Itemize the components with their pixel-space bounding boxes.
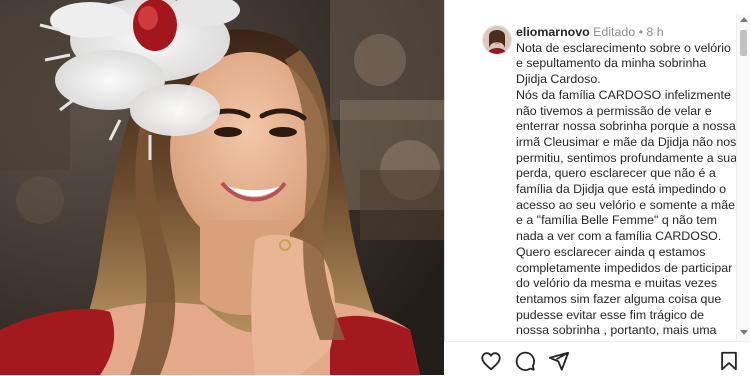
save-icon[interactable] <box>718 350 740 372</box>
avatar-image <box>483 26 511 54</box>
panel-divider <box>444 0 445 375</box>
like-icon[interactable] <box>480 350 502 372</box>
share-icon[interactable] <box>548 350 570 372</box>
comment-body: Nota de esclarecimento sobre o velório e… <box>516 40 738 353</box>
woman-photo-image <box>0 0 444 375</box>
comment-header: eliomarnovo Editado • 8 h <box>516 25 738 41</box>
scroll-up-arrow-icon[interactable] <box>740 17 748 22</box>
comment-text-column: eliomarnovo Editado • 8 h Nota de esclar… <box>516 25 738 356</box>
scrollbar-thumb[interactable] <box>740 30 747 56</box>
scrollbar[interactable] <box>736 14 750 341</box>
comment-icon[interactable] <box>514 350 536 372</box>
username[interactable]: eliomarnovo <box>516 25 590 39</box>
timestamp[interactable]: 8 h <box>646 25 663 39</box>
scroll-down-arrow-icon[interactable] <box>740 330 748 335</box>
comments-panel[interactable]: eliomarnovo Editado • 8 h Nota de esclar… <box>466 0 738 375</box>
avatar[interactable] <box>482 25 512 55</box>
edited-label: Editado <box>593 25 636 39</box>
meta-separator: • <box>638 25 643 39</box>
action-bar <box>444 341 750 376</box>
post-photo <box>0 0 444 375</box>
